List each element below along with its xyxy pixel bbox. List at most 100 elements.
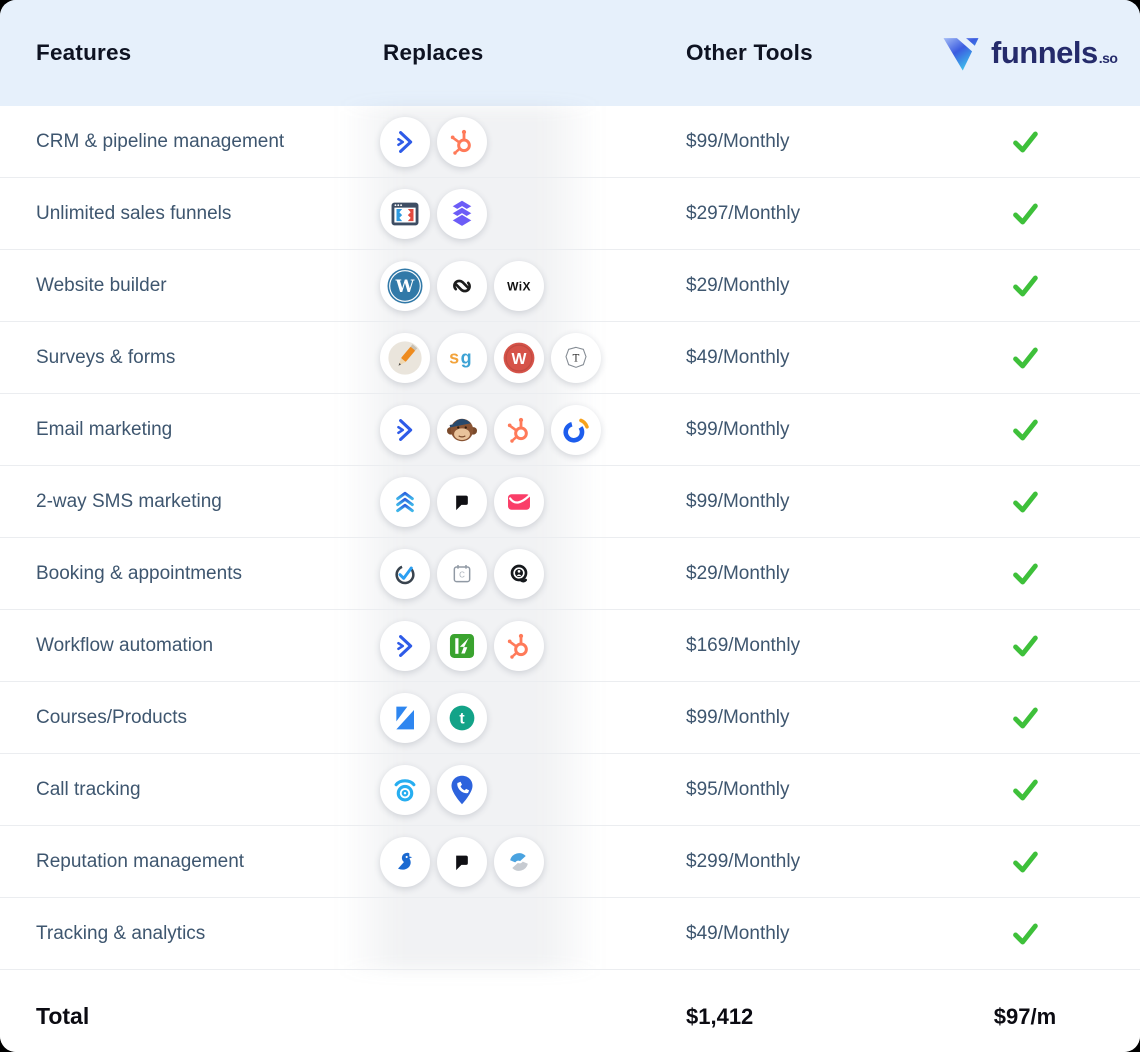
feature-label: Surveys & forms bbox=[0, 347, 347, 369]
feature-label: Reputation management bbox=[0, 851, 347, 873]
funnels-included bbox=[940, 198, 1140, 230]
surveygizmo-icon: sg bbox=[437, 333, 487, 383]
svg-text:g: g bbox=[461, 347, 472, 367]
table-row: CRM & pipeline management $99/Monthly bbox=[0, 106, 1140, 178]
funnels-included bbox=[940, 558, 1140, 590]
comparison-table: Features Replaces Other Tools bbox=[0, 0, 1140, 1052]
chevrons-sms-icon bbox=[380, 477, 430, 527]
table-body: CRM & pipeline management $99/Monthly Un… bbox=[0, 106, 1140, 970]
replaces-icons bbox=[347, 765, 650, 815]
podium-icon bbox=[437, 477, 487, 527]
callrail-icon bbox=[380, 765, 430, 815]
check-schedule-icon bbox=[380, 549, 430, 599]
funnels-funnel-icon bbox=[940, 32, 982, 74]
funnels-included bbox=[940, 846, 1140, 878]
replaces-icons bbox=[347, 477, 650, 527]
constantcontact-icon bbox=[551, 405, 601, 455]
header-replaces: Replaces bbox=[347, 40, 650, 66]
table-row: Website builder W WiX $29/Monthly bbox=[0, 250, 1140, 322]
funnels-included bbox=[940, 342, 1140, 374]
replaces-icons bbox=[347, 621, 650, 671]
funnels-logo: funnels.so bbox=[940, 32, 1140, 74]
clickfunnels-icon bbox=[380, 189, 430, 239]
total-row: Total $1,412 $97/m bbox=[0, 970, 1140, 1052]
funnels-included bbox=[940, 630, 1140, 662]
activecampaign-icon bbox=[380, 405, 430, 455]
table-row: Courses/Products t $99/Monthly bbox=[0, 682, 1140, 754]
included-check-icon bbox=[1009, 486, 1041, 518]
table-row: Email marketing $99/Monthly bbox=[0, 394, 1140, 466]
wix-icon: WiX bbox=[494, 261, 544, 311]
table-row: 2-way SMS marketing $99/Monthly bbox=[0, 466, 1140, 538]
table-row: Call tracking $95/Monthly bbox=[0, 754, 1140, 826]
other-tools-price: $29/Monthly bbox=[650, 563, 940, 585]
svg-text:T: T bbox=[573, 353, 580, 364]
svg-text:C: C bbox=[459, 570, 465, 579]
included-check-icon bbox=[1009, 558, 1041, 590]
teachable-icon: t bbox=[437, 693, 487, 743]
table-row: Workflow automation $169/Monthly bbox=[0, 610, 1140, 682]
calendar-booking-icon: C bbox=[437, 549, 487, 599]
svg-text:W: W bbox=[395, 276, 415, 296]
replaces-icons: t bbox=[347, 693, 650, 743]
other-tools-price: $95/Monthly bbox=[650, 779, 940, 801]
included-check-icon bbox=[1009, 126, 1041, 158]
feature-label: Tracking & analytics bbox=[0, 923, 347, 945]
hubspot-icon bbox=[437, 117, 487, 167]
replaces-icons: C bbox=[347, 549, 650, 599]
other-tools-price: $169/Monthly bbox=[650, 635, 940, 657]
included-check-icon bbox=[1009, 630, 1041, 662]
feature-label: Email marketing bbox=[0, 419, 347, 441]
total-label: Total bbox=[0, 1003, 347, 1030]
other-tools-price: $49/Monthly bbox=[650, 923, 940, 945]
feature-label: 2-way SMS marketing bbox=[0, 491, 347, 513]
replaces-icons: W WiX bbox=[347, 261, 650, 311]
other-tools-price: $297/Monthly bbox=[650, 203, 940, 225]
activecampaign-icon bbox=[380, 621, 430, 671]
included-check-icon bbox=[1009, 846, 1041, 878]
header-features: Features bbox=[0, 40, 347, 66]
squarespace-icon bbox=[437, 261, 487, 311]
svg-text:W: W bbox=[512, 350, 527, 367]
other-tools-price: $29/Monthly bbox=[650, 275, 940, 297]
funnels-included bbox=[940, 702, 1140, 734]
included-check-icon bbox=[1009, 342, 1041, 374]
included-check-icon bbox=[1009, 414, 1041, 446]
funnels-included bbox=[940, 414, 1140, 446]
brand-tld: .so bbox=[1099, 50, 1118, 66]
feature-label: Website builder bbox=[0, 275, 347, 297]
replaces-icons: sg W T bbox=[347, 333, 650, 383]
phone-pin-icon bbox=[437, 765, 487, 815]
acuity-icon bbox=[494, 549, 544, 599]
included-check-icon bbox=[1009, 702, 1041, 734]
included-check-icon bbox=[1009, 774, 1041, 806]
header-other-tools: Other Tools bbox=[650, 40, 940, 66]
replaces-icons bbox=[347, 837, 650, 887]
feature-label: CRM & pipeline management bbox=[0, 131, 347, 153]
wordpress-icon: W bbox=[380, 261, 430, 311]
other-tools-price: $99/Monthly bbox=[650, 131, 940, 153]
svg-text:t: t bbox=[459, 710, 465, 727]
hubspot-icon bbox=[494, 405, 544, 455]
replaces-icons bbox=[347, 405, 650, 455]
envelope-sms-icon bbox=[494, 477, 544, 527]
table-row: Unlimited sales funnels $297/Monthly bbox=[0, 178, 1140, 250]
table-row: Tracking & analytics $49/Monthly bbox=[0, 898, 1140, 970]
mailchimp-icon bbox=[437, 405, 487, 455]
pencil-survey-icon bbox=[380, 333, 430, 383]
svg-text:s: s bbox=[449, 347, 459, 367]
included-check-icon bbox=[1009, 270, 1041, 302]
feature-label: Workflow automation bbox=[0, 635, 347, 657]
table-row: Booking & appointments C $29/Monthly bbox=[0, 538, 1140, 610]
feature-label: Unlimited sales funnels bbox=[0, 203, 347, 225]
total-funnels-price: $97/m bbox=[940, 1004, 1140, 1030]
total-other-tools: $1,412 bbox=[650, 1004, 940, 1030]
svg-text:WiX: WiX bbox=[507, 279, 531, 293]
other-tools-price: $99/Monthly bbox=[650, 707, 940, 729]
birdeye-icon bbox=[380, 837, 430, 887]
funnels-included bbox=[940, 486, 1140, 518]
funnels-included bbox=[940, 270, 1140, 302]
keap-icon bbox=[437, 621, 487, 671]
feature-label: Booking & appointments bbox=[0, 563, 347, 585]
funnels-included bbox=[940, 126, 1140, 158]
